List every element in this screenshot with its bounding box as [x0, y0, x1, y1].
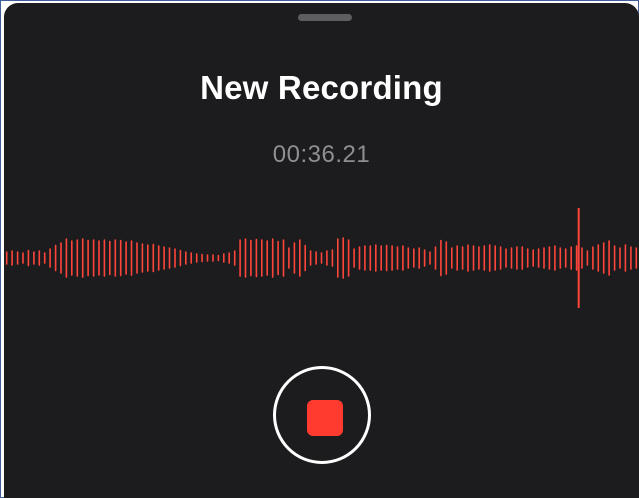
- stop-recording-button[interactable]: [273, 366, 371, 464]
- recording-title: New Recording: [200, 69, 443, 106]
- stop-icon: [307, 400, 343, 436]
- recording-sheet: New Recording 00:36.21: [4, 3, 639, 498]
- audio-waveform: [5, 208, 638, 308]
- sheet-grabber-handle[interactable]: [298, 14, 352, 21]
- elapsed-time: 00:36.21: [272, 141, 371, 168]
